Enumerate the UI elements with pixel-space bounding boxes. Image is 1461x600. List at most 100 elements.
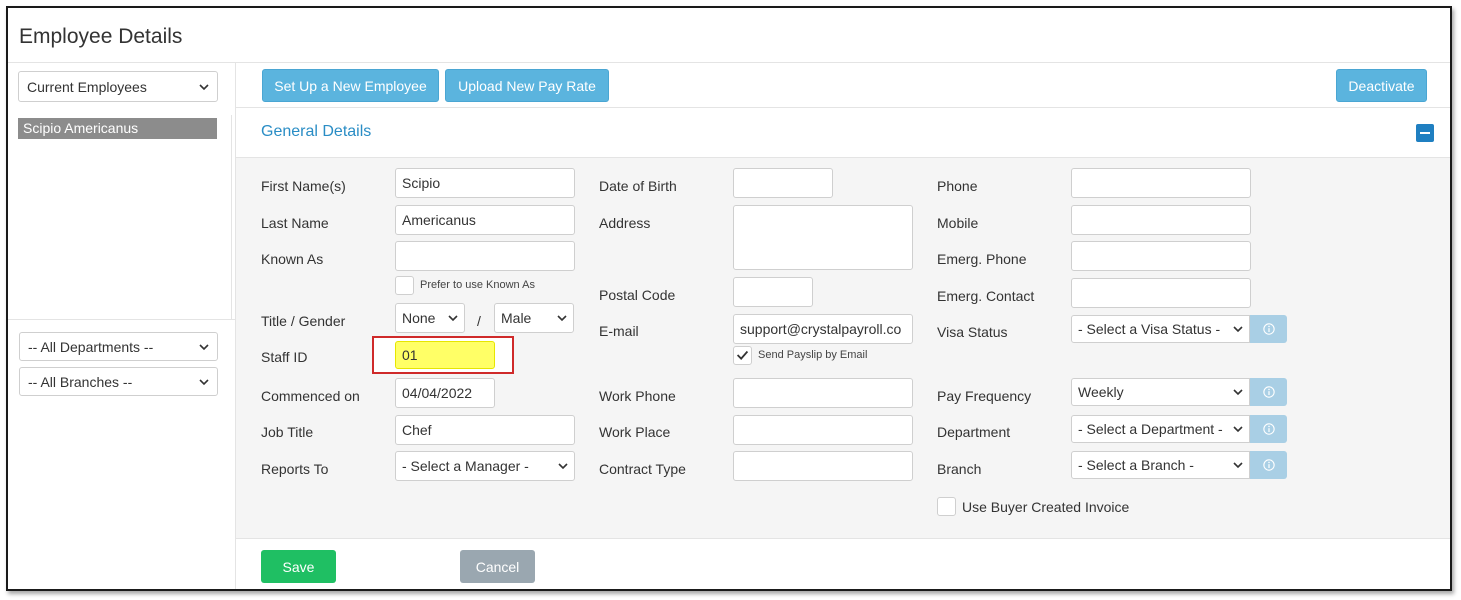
branch-filter-select[interactable]: -- All Branches -- [19, 367, 218, 396]
department-info-button[interactable] [1250, 415, 1287, 443]
employee-filter-value: Current Employees [27, 78, 147, 95]
visa-status-select[interactable]: - Select a Visa Status - [1071, 315, 1250, 343]
known-as-label: Known As [261, 251, 324, 267]
pay-frequency-label: Pay Frequency [937, 388, 1032, 404]
staff-id-field[interactable]: 01 [395, 341, 495, 369]
info-icon [1262, 423, 1275, 435]
chevron-down-icon [199, 83, 209, 90]
buyer-invoice-checkbox[interactable] [937, 497, 956, 516]
work-phone-field[interactable] [733, 378, 913, 408]
header-divider [8, 62, 1450, 63]
list-item-employee[interactable]: Scipio Americanus [18, 118, 217, 139]
gender-value: Male [501, 310, 532, 326]
send-payslip-checkbox[interactable] [733, 346, 752, 365]
branch-info-button[interactable] [1250, 451, 1287, 479]
visa-status-value: - Select a Visa Status - [1078, 321, 1221, 337]
emerg-phone-label: Emerg. Phone [937, 251, 1027, 267]
emerg-contact-label: Emerg. Contact [937, 288, 1035, 304]
branch-select[interactable]: - Select a Branch - [1071, 451, 1250, 479]
sidebar-rule [8, 319, 235, 320]
address-field[interactable] [733, 205, 913, 270]
known-as-field[interactable] [395, 241, 575, 271]
chevron-down-icon [1233, 426, 1243, 433]
department-filter-select[interactable]: -- All Departments -- [19, 332, 218, 361]
postal-code-label: Postal Code [599, 287, 676, 303]
pay-frequency-select[interactable]: Weekly [1071, 378, 1250, 406]
department-value: - Select a Department - [1078, 421, 1223, 437]
work-place-field[interactable] [733, 415, 913, 445]
first-name-label: First Name(s) [261, 178, 346, 194]
address-label: Address [599, 215, 651, 231]
prefer-known-as-checkbox[interactable] [395, 276, 414, 295]
department-label: Department [937, 424, 1011, 440]
last-name-field[interactable]: Americanus [395, 205, 575, 235]
phone-field[interactable] [1071, 168, 1251, 198]
gender-select[interactable]: Male [494, 303, 574, 333]
email-field[interactable]: support@crystalpayroll.co [733, 314, 913, 344]
pay-frequency-info-button[interactable] [1250, 378, 1287, 406]
contract-type-field[interactable] [733, 451, 913, 481]
info-icon [1262, 323, 1275, 335]
collapse-icon[interactable] [1416, 124, 1434, 142]
postal-code-field[interactable] [733, 277, 813, 307]
first-name-field[interactable]: Scipio [395, 168, 575, 198]
title-select[interactable]: None [395, 303, 465, 333]
commenced-label: Commenced on [261, 388, 360, 404]
email-label: E-mail [599, 323, 639, 339]
chevron-down-icon [1233, 326, 1243, 333]
chevron-down-icon [557, 315, 567, 322]
chevron-down-icon [1233, 389, 1243, 396]
branch-value: - Select a Branch - [1078, 457, 1194, 473]
department-select[interactable]: - Select a Department - [1071, 415, 1250, 443]
reports-to-label: Reports To [261, 461, 329, 477]
employee-details-window: Employee Details Current Employees Scipi… [6, 6, 1452, 591]
toolbar-divider [236, 107, 1450, 108]
chevron-down-icon [199, 343, 209, 350]
save-button[interactable]: Save [261, 550, 336, 583]
title-value: None [402, 310, 436, 326]
reports-to-value: - Select a Manager - [402, 458, 529, 474]
title-gender-label: Title / Gender [261, 313, 346, 329]
checkmark-icon [736, 350, 749, 360]
prefer-known-as-label: Prefer to use Known As [420, 279, 535, 291]
title-gender-separator: / [477, 313, 481, 329]
phone-label: Phone [937, 178, 978, 194]
setup-new-employee-button[interactable]: Set Up a New Employee [262, 69, 439, 102]
job-title-label: Job Title [261, 424, 314, 440]
buyer-invoice-label: Use Buyer Created Invoice [962, 499, 1130, 515]
work-place-label: Work Place [599, 424, 671, 440]
contract-type-label: Contract Type [599, 461, 686, 477]
last-name-label: Last Name [261, 215, 329, 231]
staff-id-label: Staff ID [261, 349, 308, 365]
deactivate-button[interactable]: Deactivate [1336, 69, 1427, 102]
employee-list: Scipio Americanus [18, 115, 232, 319]
chevron-down-icon [1233, 462, 1243, 469]
chevron-down-icon [558, 463, 568, 470]
visa-status-label: Visa Status [937, 324, 1008, 340]
department-filter-value: -- All Departments -- [28, 338, 154, 355]
emerg-contact-field[interactable] [1071, 278, 1251, 308]
chevron-down-icon [199, 378, 209, 385]
chevron-down-icon [448, 315, 458, 322]
reports-to-select[interactable]: - Select a Manager - [395, 451, 575, 481]
commenced-date-field[interactable]: 04/04/2022 [395, 378, 495, 408]
emerg-phone-field[interactable] [1071, 241, 1251, 271]
cancel-button[interactable]: Cancel [460, 550, 535, 583]
send-payslip-label: Send Payslip by Email [758, 349, 868, 361]
work-phone-label: Work Phone [599, 388, 676, 404]
branch-label: Branch [937, 461, 982, 477]
visa-info-button[interactable] [1250, 315, 1287, 343]
info-icon [1262, 459, 1275, 471]
upload-pay-rate-button[interactable]: Upload New Pay Rate [445, 69, 609, 102]
page-title: Employee Details [19, 25, 183, 48]
dob-field[interactable] [733, 168, 833, 198]
mobile-field[interactable] [1071, 205, 1251, 235]
section-title: General Details [261, 123, 372, 140]
info-icon [1262, 386, 1275, 398]
mobile-label: Mobile [937, 215, 979, 231]
pay-frequency-value: Weekly [1078, 384, 1124, 400]
job-title-field[interactable]: Chef [395, 415, 575, 445]
branch-filter-value: -- All Branches -- [28, 373, 133, 390]
employee-filter-select[interactable]: Current Employees [18, 71, 218, 102]
dob-label: Date of Birth [599, 178, 677, 194]
